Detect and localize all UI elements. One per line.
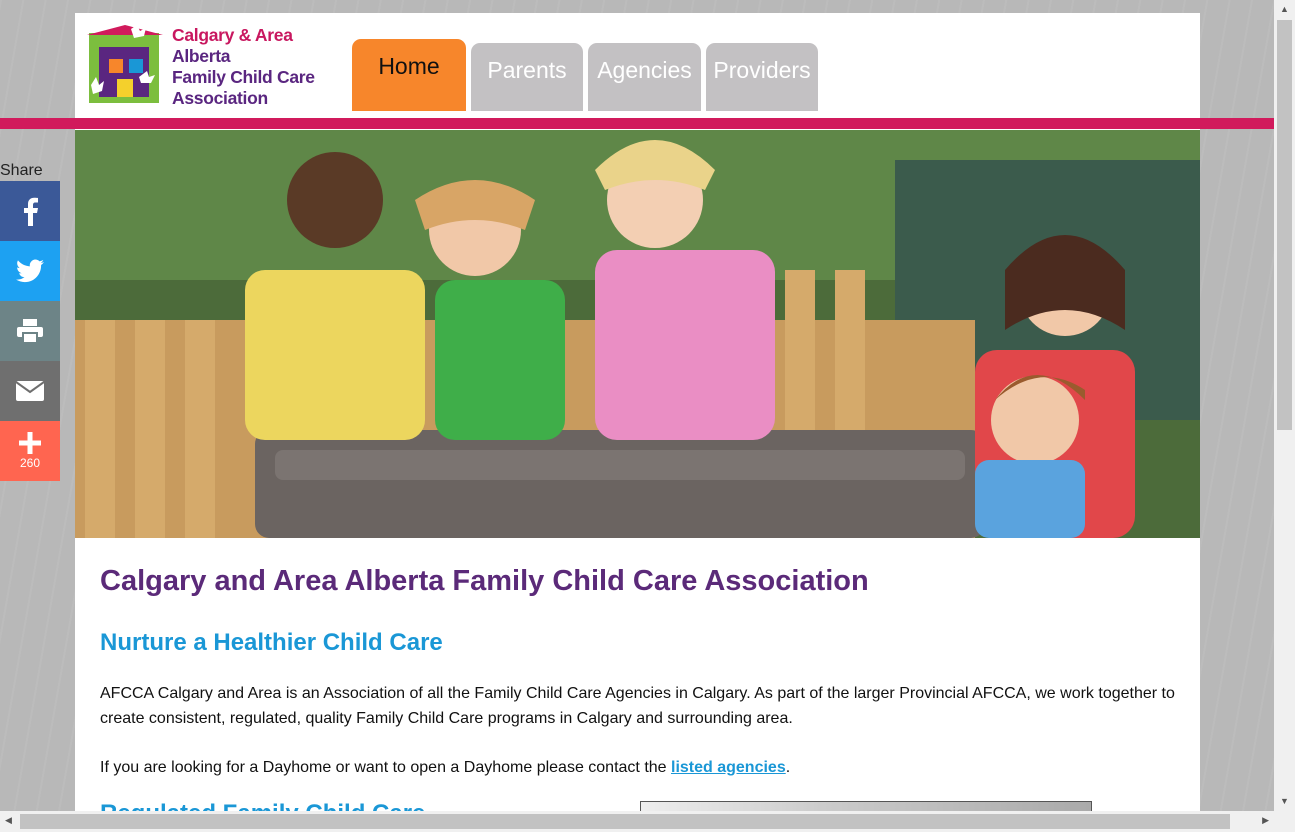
- tab-parents[interactable]: Parents: [471, 43, 583, 111]
- logo-house-icon: [87, 25, 163, 103]
- tab-home[interactable]: Home: [352, 39, 466, 111]
- print-icon: [17, 319, 43, 343]
- logo-text: Calgary & Area Alberta Family Child Care…: [172, 25, 315, 109]
- vertical-scroll-thumb[interactable]: [1277, 20, 1292, 430]
- main-content: Calgary and Area Alberta Family Child Ca…: [100, 558, 1195, 813]
- page-title: Calgary and Area Alberta Family Child Ca…: [100, 565, 869, 597]
- twitter-share-button[interactable]: [0, 241, 60, 301]
- logo-line-2: Alberta: [172, 46, 231, 66]
- plus-icon: [19, 432, 41, 454]
- intro-paragraph: AFCCA Calgary and Area is an Association…: [100, 685, 1175, 727]
- logo-line-1: Calgary & Area: [172, 25, 293, 45]
- email-share-button[interactable]: [0, 361, 60, 421]
- share-label: Share: [0, 162, 43, 179]
- tab-agencies[interactable]: Agencies: [588, 43, 701, 111]
- more-share-button[interactable]: 260: [0, 421, 60, 481]
- scroll-down-icon[interactable]: ▼: [1280, 796, 1289, 806]
- logo-line-4: Association: [172, 88, 268, 108]
- tab-providers[interactable]: Providers: [706, 43, 818, 111]
- site-header: Calgary & Area Alberta Family Child Care…: [75, 13, 1200, 118]
- horizontal-scroll-thumb[interactable]: [20, 814, 1230, 829]
- page-container: Calgary & Area Alberta Family Child Care…: [75, 13, 1200, 813]
- email-icon: [16, 381, 44, 401]
- hero-image: [75, 130, 1200, 538]
- contact-text: If you are looking for a Dayhome or want…: [100, 759, 671, 776]
- contact-text-end: .: [785, 759, 791, 776]
- facebook-icon: [24, 197, 38, 226]
- logo-line-3: Family Child Care: [172, 67, 315, 87]
- share-bar: Share 260: [0, 162, 60, 481]
- contact-paragraph: If you are looking for a Dayhome or want…: [100, 755, 1195, 780]
- horizontal-scrollbar[interactable]: ◀ ▶: [0, 811, 1274, 832]
- facebook-share-button[interactable]: [0, 181, 60, 241]
- share-count: 260: [19, 456, 41, 470]
- listed-agencies-link[interactable]: listed agencies: [671, 759, 786, 776]
- header-accent-bar: [0, 118, 1274, 129]
- scroll-up-icon[interactable]: ▲: [1280, 4, 1289, 14]
- print-share-button[interactable]: [0, 301, 60, 361]
- site-logo[interactable]: Calgary & Area Alberta Family Child Care…: [87, 25, 339, 109]
- scroll-left-icon[interactable]: ◀: [5, 815, 12, 826]
- scroll-right-icon[interactable]: ▶: [1262, 815, 1269, 826]
- page-subtitle: Nurture a Healthier Child Care: [100, 629, 443, 656]
- vertical-scrollbar[interactable]: ▲ ▼: [1274, 0, 1295, 832]
- twitter-icon: [16, 259, 44, 283]
